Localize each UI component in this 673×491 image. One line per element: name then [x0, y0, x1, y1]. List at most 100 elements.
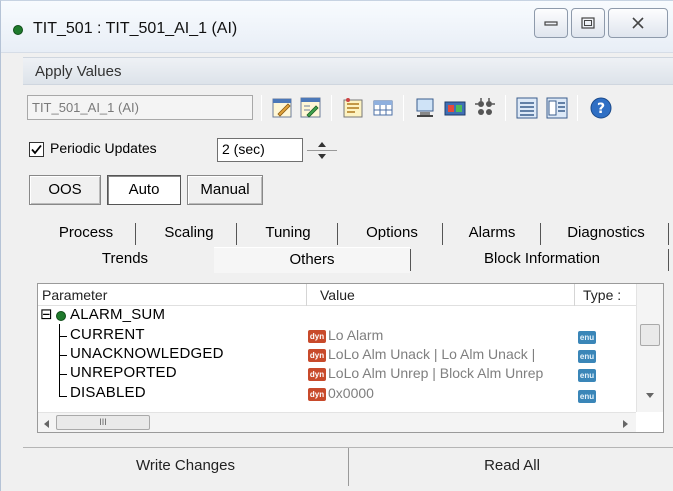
status-dot-icon: [13, 25, 23, 35]
tree-line: [59, 374, 67, 375]
column-divider: [306, 284, 307, 306]
parameter-value: LoLo Alm Unack | Lo Alm Unack |: [328, 346, 536, 362]
horizontal-scroll-thumb[interactable]: III: [56, 415, 150, 430]
toolbar-separator: [505, 95, 506, 121]
grid-header: Parameter Value Type :: [38, 284, 663, 306]
svg-text:?: ?: [597, 101, 605, 117]
enu-type-icon: enu: [578, 390, 596, 403]
parameter-value: Lo Alarm: [328, 327, 384, 343]
transfer-icon[interactable]: [443, 96, 467, 120]
tab-row-2: Trends Others Block Information: [36, 247, 669, 273]
monitor-icon[interactable]: [413, 96, 437, 120]
scroll-right-arrow-icon[interactable]: [622, 419, 629, 429]
tab-alarms[interactable]: Alarms: [448, 221, 536, 247]
minimize-icon: [544, 21, 558, 26]
window-title: TIT_501 : TIT_501_AI_1 (AI): [33, 20, 238, 37]
parameter-name: DISABLED: [70, 384, 146, 401]
enu-type-icon: enu: [578, 350, 596, 363]
tab-options[interactable]: Options: [342, 221, 442, 247]
detail-view-icon[interactable]: [545, 96, 569, 120]
tab-divider: [668, 223, 669, 245]
scroll-down-arrow-icon[interactable]: [645, 392, 655, 399]
parameter-grid[interactable]: Parameter Value Type : ⊟ ALARM_SUM CURRE…: [37, 283, 664, 433]
column-header-type[interactable]: Type :: [583, 287, 621, 303]
read-all-button[interactable]: Read All: [350, 448, 673, 486]
stepper-down-button[interactable]: [307, 150, 337, 162]
tab-divider: [410, 249, 411, 271]
close-icon: [632, 17, 644, 29]
tab-process[interactable]: Process: [42, 221, 130, 247]
apply-values-label: Apply Values: [35, 63, 122, 80]
vertical-scroll-thumb[interactable]: [640, 324, 660, 346]
tree-line: [59, 336, 67, 337]
maximize-icon: [581, 17, 595, 29]
parameter-value: LoLo Alm Unrep | Block Alm Unrep: [328, 365, 544, 381]
scroll-left-arrow-icon[interactable]: [43, 419, 50, 429]
write-changes-button[interactable]: Write Changes: [23, 448, 349, 486]
dyn-badge-icon: dyn: [308, 368, 326, 381]
edit-all-icon[interactable]: [299, 96, 323, 120]
toolbar: TIT_501_AI_1 (AI) ?: [23, 87, 673, 125]
parameter-value: 0x0000: [328, 385, 374, 401]
checkmark-icon: [31, 144, 42, 155]
tab-divider: [337, 223, 338, 245]
group-alarm-sum[interactable]: ALARM_SUM: [70, 306, 165, 323]
column-divider: [574, 284, 575, 306]
tab-divider: [540, 223, 541, 245]
update-interval-field[interactable]: 2 (sec): [217, 138, 303, 162]
tab-scaling[interactable]: Scaling: [140, 221, 238, 247]
tab-others[interactable]: Others: [214, 247, 410, 273]
apply-values-header: Apply Values: [23, 57, 673, 85]
tree-line: [59, 324, 60, 397]
maximize-button[interactable]: [571, 8, 605, 38]
tab-block-information[interactable]: Block Information: [416, 247, 668, 273]
tree-line: [59, 355, 67, 356]
column-header-parameter[interactable]: Parameter: [42, 287, 107, 303]
arrow-down-icon: [318, 154, 326, 159]
toolbar-separator: [261, 95, 262, 121]
properties-icon[interactable]: [341, 96, 365, 120]
auto-mode-button[interactable]: Auto: [107, 175, 181, 205]
tab-divider: [236, 223, 237, 245]
vertical-scrollbar[interactable]: [636, 284, 663, 412]
enu-type-icon: enu: [578, 369, 596, 382]
tab-diagnostics[interactable]: Diagnostics: [546, 221, 666, 247]
enu-type-icon: enu: [578, 331, 596, 344]
dyn-badge-icon: dyn: [308, 388, 326, 401]
help-icon[interactable]: ?: [589, 96, 613, 120]
column-header-value[interactable]: Value: [320, 287, 355, 303]
tab-divider: [668, 249, 669, 271]
arrow-up-icon: [318, 142, 326, 147]
minimize-button[interactable]: [534, 8, 568, 38]
settings-icon[interactable]: [473, 96, 497, 120]
tab-tuning[interactable]: Tuning: [242, 221, 334, 247]
parameter-name: CURRENT: [70, 326, 145, 343]
dyn-badge-icon: dyn: [308, 349, 326, 362]
status-dot-icon: [56, 311, 66, 321]
periodic-updates-checkbox[interactable]: [29, 142, 44, 157]
parameter-name: UNACKNOWLEDGED: [70, 345, 224, 362]
toolbar-separator: [403, 95, 404, 121]
toolbar-separator: [577, 95, 578, 121]
tab-trends[interactable]: Trends: [36, 247, 214, 273]
toolbar-separator: [331, 95, 332, 121]
update-interval-stepper[interactable]: [307, 138, 337, 162]
stepper-up-button[interactable]: [307, 138, 337, 150]
tab-divider: [135, 223, 136, 245]
tab-divider: [442, 223, 443, 245]
list-view-icon[interactable]: [515, 96, 539, 120]
dyn-badge-icon: dyn: [308, 330, 326, 343]
collapse-icon: ⊟: [40, 305, 53, 323]
block-window: TIT_501 : TIT_501_AI_1 (AI) Apply Values…: [0, 0, 673, 491]
tag-field[interactable]: TIT_501_AI_1 (AI): [27, 95, 253, 120]
periodic-updates-label: Periodic Updates: [50, 140, 157, 156]
oos-mode-button[interactable]: OOS: [29, 175, 101, 205]
parameter-name: UNREPORTED: [70, 364, 177, 381]
manual-mode-button[interactable]: Manual: [187, 175, 263, 205]
table-icon[interactable]: [371, 96, 395, 120]
close-button[interactable]: [608, 8, 668, 38]
horizontal-scrollbar[interactable]: III: [38, 412, 636, 432]
title-bar[interactable]: TIT_501 : TIT_501_AI_1 (AI): [1, 1, 673, 53]
edit-icon[interactable]: [271, 96, 295, 120]
tree-line: [59, 396, 67, 397]
